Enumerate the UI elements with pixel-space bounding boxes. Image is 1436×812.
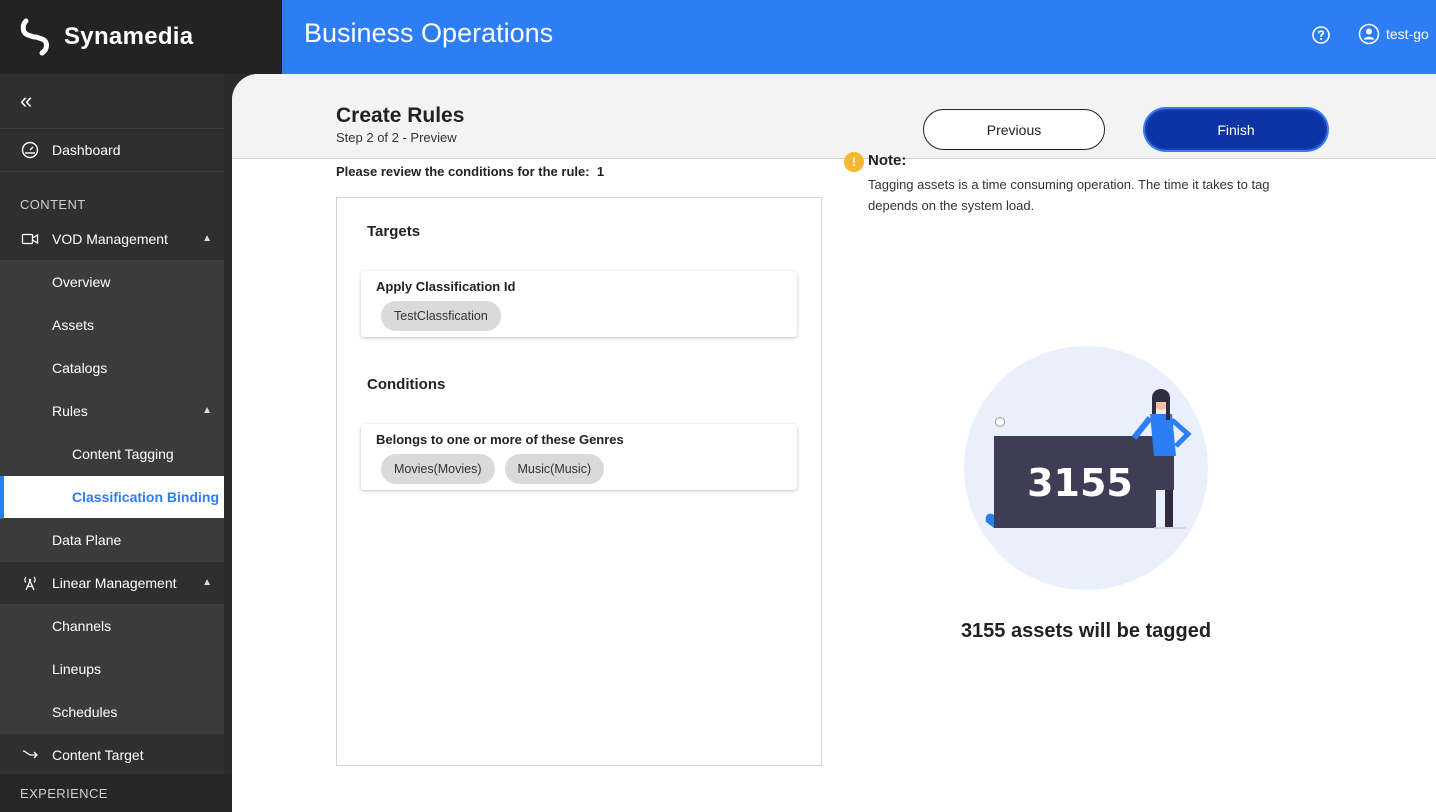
- sidebar-item-assets[interactable]: Assets: [0, 304, 224, 347]
- sidebar-item-overview[interactable]: Overview: [0, 261, 224, 304]
- sidebar-item-label: Content Target: [52, 747, 144, 763]
- user-menu[interactable]: test-go: [1358, 23, 1429, 45]
- top-bar: Synamedia Business Operations test-go: [0, 0, 1436, 74]
- tagging-illustration: 3155: [962, 344, 1210, 592]
- note-body: Tagging assets is a time consuming opera…: [868, 177, 1270, 213]
- sidebar-item-label: VOD Management: [52, 231, 168, 247]
- tagged-assets-count: 3155 assets will be tagged: [960, 620, 1212, 642]
- chevron-up-icon: ▲: [202, 577, 212, 588]
- sidebar-item-vod-management[interactable]: VOD Management ▲: [0, 218, 224, 261]
- target-card-title: Apply Classification Id: [376, 279, 516, 294]
- genre-chip: Music(Music): [504, 454, 605, 484]
- chevron-up-icon: ▲: [202, 405, 212, 416]
- sidebar-item-classification-binding[interactable]: Classification Binding: [0, 476, 224, 519]
- rule-review-panel: Targets Apply Classification Id TestClas…: [336, 197, 822, 766]
- sidebar-item-label: Dashboard: [52, 142, 121, 158]
- rule-number: 1: [596, 164, 605, 179]
- classification-chip: TestClassfication: [381, 301, 501, 331]
- collapse-sidebar-icon[interactable]: «: [0, 74, 224, 129]
- target-arrow-icon: [20, 746, 40, 764]
- antenna-icon: [20, 574, 40, 592]
- sidebar-item-label: Linear Management: [52, 575, 177, 591]
- user-icon: [1358, 23, 1380, 45]
- review-prompt: Please review the conditions for the rul…: [336, 164, 605, 179]
- chevron-up-icon: ▲: [202, 233, 212, 244]
- brand[interactable]: Synamedia: [0, 0, 282, 74]
- warning-icon: !: [844, 152, 864, 172]
- sidebar-item-schedules[interactable]: Schedules: [0, 691, 224, 734]
- dashboard-icon: [20, 141, 40, 159]
- sidebar-section-experience: EXPERIENCE: [0, 774, 232, 812]
- brand-name: Synamedia: [64, 23, 194, 50]
- help-icon[interactable]: [1311, 25, 1331, 45]
- conditions-heading: Conditions: [367, 376, 446, 393]
- note-title: Note:: [868, 152, 907, 169]
- sidebar-item-linear-management[interactable]: Linear Management ▲: [0, 562, 224, 605]
- condition-card-title: Belongs to one or more of these Genres: [376, 432, 624, 447]
- user-name: test-go: [1386, 26, 1429, 42]
- synamedia-logo-icon: [20, 17, 50, 57]
- finish-button[interactable]: Finish: [1145, 109, 1327, 150]
- sidebar-item-channels[interactable]: Channels: [0, 605, 224, 648]
- app-title: Business Operations: [304, 18, 554, 48]
- sidebar-item-data-plane[interactable]: Data Plane: [0, 519, 224, 562]
- video-camera-icon: [20, 230, 40, 248]
- sidebar-item-lineups[interactable]: Lineups: [0, 648, 224, 691]
- sidebar-item-catalogs[interactable]: Catalogs: [0, 347, 224, 390]
- sidebar-item-content-tagging[interactable]: Content Tagging: [0, 433, 224, 476]
- sidebar-section-content: CONTENT: [20, 197, 86, 212]
- sidebar-item-content-target[interactable]: Content Target: [0, 734, 224, 777]
- condition-card: Belongs to one or more of these Genres M…: [361, 424, 797, 490]
- sidebar-item-rules[interactable]: Rules ▲: [0, 390, 224, 433]
- page-title: Create Rules: [336, 104, 465, 127]
- page-subtitle: Step 2 of 2 - Preview: [336, 130, 457, 145]
- sidebar-item-label: Rules: [52, 403, 88, 419]
- sidebar-item-dashboard[interactable]: Dashboard: [0, 129, 224, 172]
- page-header: Create Rules Step 2 of 2 - Preview Previ…: [232, 74, 1436, 159]
- previous-button[interactable]: Previous: [923, 109, 1105, 150]
- board-number: 3155: [1027, 461, 1133, 505]
- genre-chip: Movies(Movies): [381, 454, 495, 484]
- targets-heading: Targets: [367, 223, 421, 240]
- sidebar: « Dashboard CONTENT VOD Management ▲ Ove…: [0, 74, 232, 812]
- main-content: Create Rules Step 2 of 2 - Preview Previ…: [232, 74, 1436, 812]
- target-card: Apply Classification Id TestClassficatio…: [361, 271, 797, 337]
